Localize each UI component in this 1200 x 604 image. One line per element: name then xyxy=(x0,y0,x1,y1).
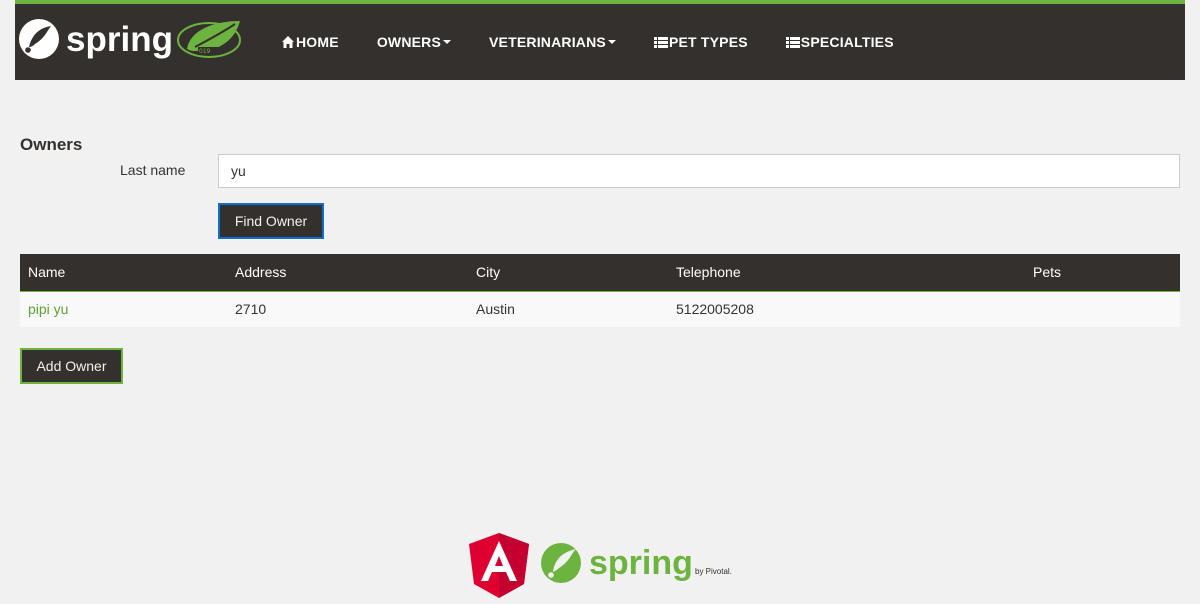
nav-owners-label: OWNERS xyxy=(376,34,442,50)
owner-pets-cell xyxy=(1025,291,1180,327)
list-icon xyxy=(653,37,668,48)
column-header-telephone: Telephone xyxy=(668,254,1025,292)
nav-veterinarians-label: VETERINARIANS xyxy=(489,34,606,50)
column-header-name: Name xyxy=(20,254,227,292)
spring-logo[interactable]: spring 019 xyxy=(15,14,245,64)
nav-home-label: HOME xyxy=(296,34,339,50)
nav-specialties-label: SPECIALTIES xyxy=(800,34,894,50)
main-navigation: HOME OWNERS VETERINARIANS PET TYPES SPEC… xyxy=(262,4,913,80)
angular-logo xyxy=(469,533,529,598)
pivotal-text: by Pivotal. xyxy=(695,567,732,576)
owner-name-link[interactable]: pipi yu xyxy=(28,301,68,317)
nav-pet-types[interactable]: PET TYPES xyxy=(635,4,767,80)
top-navbar: spring 019 HOME OWNERS VETERINARIANS PET… xyxy=(15,0,1185,80)
owner-city-cell: Austin xyxy=(468,291,668,327)
nav-veterinarians-dropdown[interactable]: VETERINARIANS xyxy=(470,4,635,80)
chevron-down-icon xyxy=(607,40,616,44)
owner-address-cell: 2710 xyxy=(227,291,468,327)
home-icon xyxy=(282,36,294,48)
nav-pet-types-label: PET TYPES xyxy=(668,34,748,50)
footer-logos: spring by Pivotal. xyxy=(469,533,732,598)
find-owner-button[interactable]: Find Owner xyxy=(218,203,324,239)
last-name-label: Last name xyxy=(120,162,186,178)
last-name-input[interactable] xyxy=(218,154,1180,188)
nav-specialties[interactable]: SPECIALTIES xyxy=(767,4,913,80)
column-header-city: City xyxy=(468,254,668,292)
owner-telephone-cell: 5122005208 xyxy=(668,291,1025,327)
table-header-row: Name Address City Telephone Pets xyxy=(20,254,1180,292)
column-header-pets: Pets xyxy=(1025,254,1180,292)
nav-owners-dropdown[interactable]: OWNERS xyxy=(358,4,470,80)
list-icon xyxy=(785,37,800,48)
add-owner-button[interactable]: Add Owner xyxy=(20,348,123,384)
column-header-address: Address xyxy=(227,254,468,292)
chevron-down-icon xyxy=(443,40,452,44)
spring-footer-logo: spring by Pivotal. xyxy=(541,543,732,583)
nav-home[interactable]: HOME xyxy=(262,4,358,80)
owner-name-cell: pipi yu xyxy=(20,291,227,327)
owners-table: Name Address City Telephone Pets pipi yu… xyxy=(20,254,1180,327)
page-title: Owners xyxy=(20,135,83,155)
svg-text:019: 019 xyxy=(199,48,211,55)
brand-text: spring xyxy=(66,20,173,59)
table-row: pipi yu 2710 Austin 5122005208 xyxy=(20,291,1180,327)
spring-footer-text: spring xyxy=(589,544,693,582)
